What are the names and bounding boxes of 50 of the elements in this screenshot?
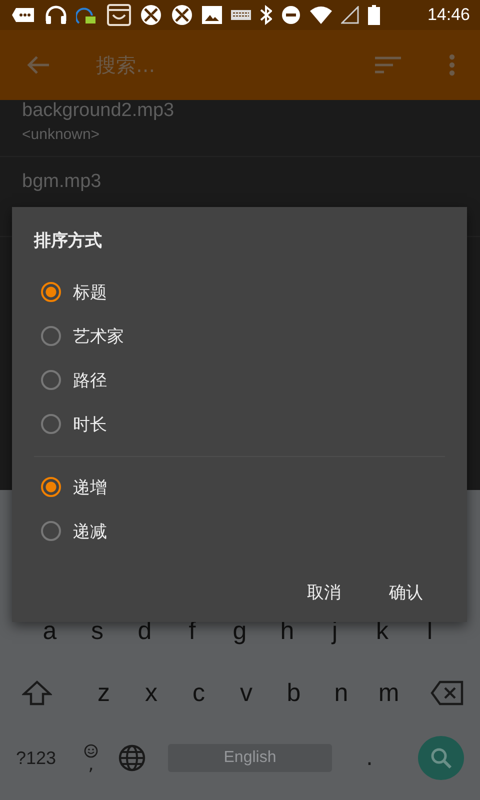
- space-key[interactable]: English: [168, 744, 332, 772]
- globe-icon[interactable]: [118, 744, 146, 772]
- list-item[interactable]: background2.mp3 <unknown>: [0, 100, 480, 157]
- song-title: bgm.mp3: [22, 171, 102, 193]
- option-label: 艺术家: [73, 326, 124, 348]
- more-icon[interactable]: [449, 54, 455, 76]
- option-label: 递增: [73, 476, 107, 498]
- chat-icon: [12, 7, 36, 23]
- shift-icon[interactable]: [22, 680, 52, 706]
- option-label: 时长: [73, 414, 107, 436]
- signal-icon: [341, 6, 359, 24]
- radio-button[interactable]: [41, 282, 61, 302]
- smiley-icon: [84, 744, 98, 758]
- key[interactable]: x: [128, 678, 175, 708]
- dialog-button[interactable]: 取消: [303, 575, 345, 610]
- song-title: background2.mp3: [22, 100, 176, 122]
- bluetooth-icon: [260, 5, 272, 25]
- search-icon: [430, 747, 452, 769]
- sort-icon[interactable]: [375, 56, 401, 74]
- search-field[interactable]: 搜索...: [94, 52, 355, 78]
- key[interactable]: m: [365, 678, 412, 708]
- key[interactable]: v: [222, 678, 270, 708]
- symbols-key[interactable]: ?123: [16, 748, 64, 768]
- inbox-icon: [107, 4, 131, 26]
- comma-key[interactable]: ,: [84, 744, 98, 772]
- key[interactable]: n: [318, 678, 365, 708]
- battery-icon: [368, 5, 380, 25]
- key[interactable]: z: [80, 678, 128, 708]
- back-icon[interactable]: [26, 55, 50, 75]
- period-key[interactable]: .: [366, 746, 373, 770]
- dialog-button[interactable]: 确认: [385, 575, 427, 610]
- status-time: 14:46: [427, 5, 470, 25]
- search-key[interactable]: [418, 736, 464, 780]
- key[interactable]: b: [270, 678, 318, 708]
- radio-button[interactable]: [41, 521, 61, 541]
- key[interactable]: c: [175, 678, 222, 708]
- radio-button[interactable]: [41, 414, 61, 434]
- radio-button[interactable]: [41, 477, 61, 497]
- do-not-disturb-icon: [281, 5, 301, 25]
- option-label: 标题: [73, 282, 107, 304]
- wifi-icon: [310, 6, 332, 24]
- image-icon: [202, 6, 222, 24]
- option-label: 路径: [73, 370, 107, 392]
- backspace-icon[interactable]: [430, 680, 464, 706]
- option-label: 递减: [73, 520, 107, 542]
- radio-button[interactable]: [41, 326, 61, 346]
- song-artist: <unknown>: [22, 126, 101, 143]
- radio-button[interactable]: [41, 370, 61, 390]
- keyboard-icon: [231, 10, 251, 20]
- headphones-icon: [45, 5, 67, 25]
